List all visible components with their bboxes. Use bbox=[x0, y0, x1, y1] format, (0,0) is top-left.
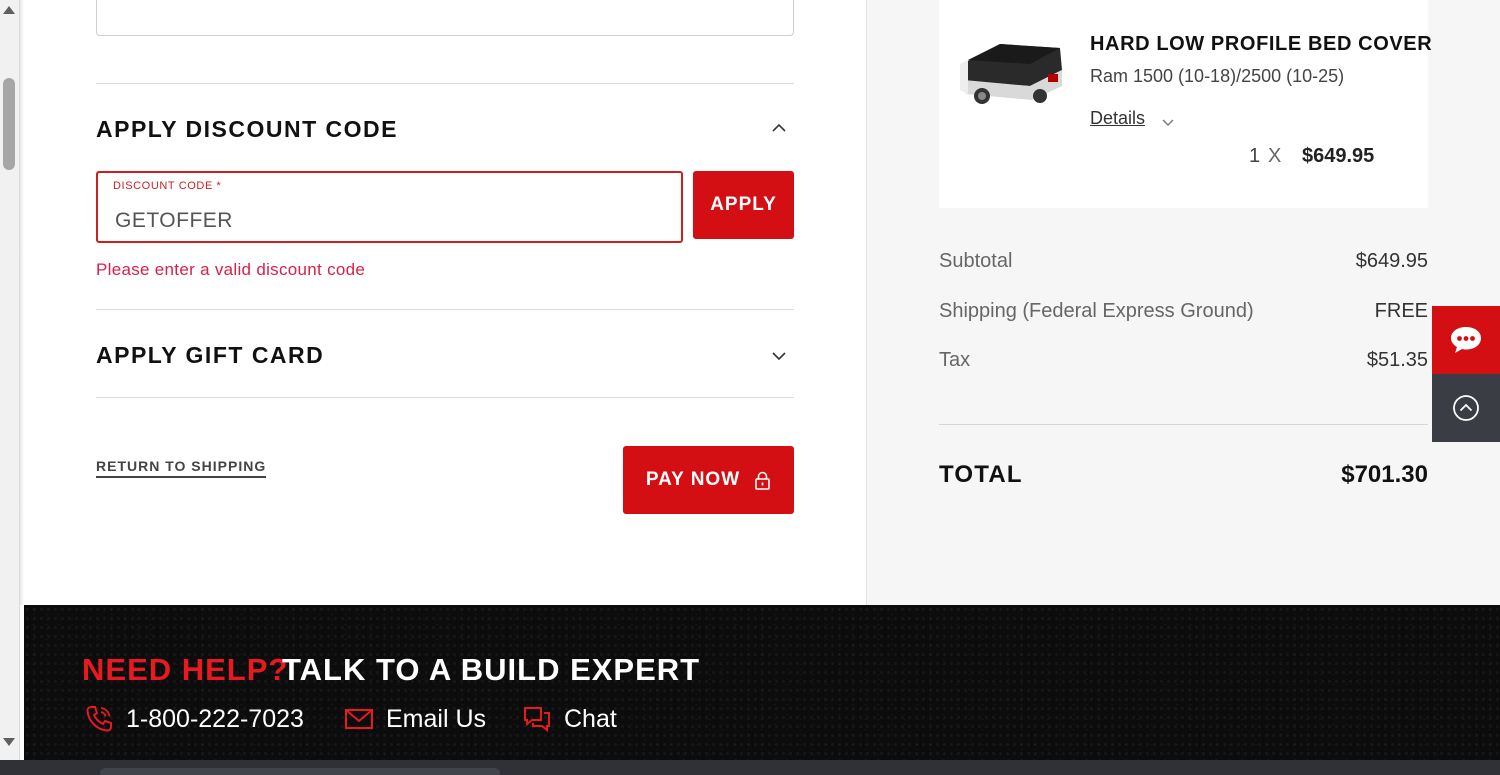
product-image bbox=[960, 34, 1064, 108]
tax-label: Tax bbox=[939, 349, 971, 371]
chevron-up-icon[interactable] bbox=[772, 123, 786, 135]
details-chevron-down-icon[interactable] bbox=[1162, 114, 1174, 132]
phone-number: 1-800-222-7023 bbox=[126, 704, 304, 733]
product-name[interactable]: HARD LOW PROFILE BED COVER bbox=[1090, 33, 1432, 56]
section-divider bbox=[96, 397, 794, 398]
scroll-down-arrow-icon[interactable] bbox=[3, 738, 15, 746]
chat-contact-link[interactable]: Chat bbox=[522, 704, 617, 734]
chat-icon bbox=[1451, 327, 1481, 353]
shipping-label: Shipping (Federal Express Ground) bbox=[939, 300, 1254, 322]
email-contact-link[interactable]: Email Us bbox=[344, 704, 486, 734]
page-edge-shadow bbox=[20, 0, 24, 605]
chevron-down-icon[interactable] bbox=[772, 351, 786, 363]
summary-divider bbox=[939, 424, 1428, 425]
need-help-heading: NEED HELP? bbox=[82, 652, 289, 687]
total-value: $701.30 bbox=[1341, 461, 1428, 488]
chat-widget-button[interactable] bbox=[1432, 306, 1500, 374]
chat-label: Chat bbox=[564, 704, 617, 733]
previous-field-input[interactable] bbox=[96, 0, 794, 36]
gift-card-section-title[interactable]: APPLY GIFT CARD bbox=[96, 342, 324, 369]
apply-discount-button[interactable]: APPLY bbox=[693, 171, 794, 239]
item-price: $649.95 bbox=[1302, 145, 1375, 167]
pay-now-label: PAY NOW bbox=[645, 469, 741, 490]
arrow-up-circle-icon bbox=[1453, 395, 1479, 421]
subtotal-value: $649.95 bbox=[1355, 250, 1428, 272]
item-quantity: 1 bbox=[1249, 145, 1261, 167]
scroll-up-arrow-icon[interactable] bbox=[3, 6, 15, 14]
back-to-top-button[interactable] bbox=[1432, 374, 1500, 442]
envelope-icon bbox=[345, 709, 373, 729]
discount-error-message: Please enter a valid discount code bbox=[96, 260, 366, 279]
discount-section-title[interactable]: APPLY DISCOUNT CODE bbox=[96, 116, 398, 143]
lock-icon bbox=[755, 471, 770, 490]
section-divider bbox=[96, 309, 794, 310]
chat-bubbles-icon bbox=[524, 707, 550, 733]
discount-code-label: DISCOUNT CODE * bbox=[113, 180, 222, 192]
discount-code-input[interactable]: GETOFFER bbox=[115, 209, 233, 233]
product-fitment: Ram 1500 (10-18)/2500 (10-25) bbox=[1090, 66, 1345, 86]
quantity-times-sign: X bbox=[1268, 145, 1282, 167]
total-label: TOTAL bbox=[939, 461, 1023, 488]
page-scrollbar[interactable] bbox=[0, 0, 20, 775]
email-label: Email Us bbox=[386, 704, 487, 733]
discount-code-field[interactable]: DISCOUNT CODE * GETOFFER bbox=[96, 171, 683, 243]
talk-to-expert-heading: TALK TO A BUILD EXPERT bbox=[282, 652, 701, 687]
phone-icon bbox=[86, 706, 112, 732]
scrollbar-thumb[interactable] bbox=[3, 78, 15, 170]
pay-now-button[interactable]: PAY NOW bbox=[623, 446, 794, 514]
shipping-value: FREE bbox=[1374, 300, 1428, 322]
product-details-link[interactable]: Details bbox=[1090, 108, 1145, 129]
section-divider bbox=[96, 83, 794, 84]
horizontal-scrollbar-thumb[interactable] bbox=[100, 768, 500, 775]
phone-contact-link[interactable]: 1-800-222-7023 bbox=[84, 704, 304, 734]
return-to-shipping-link[interactable]: RETURN TO SHIPPING bbox=[96, 458, 267, 478]
tax-value: $51.35 bbox=[1366, 349, 1428, 371]
subtotal-label: Subtotal bbox=[939, 250, 1013, 272]
